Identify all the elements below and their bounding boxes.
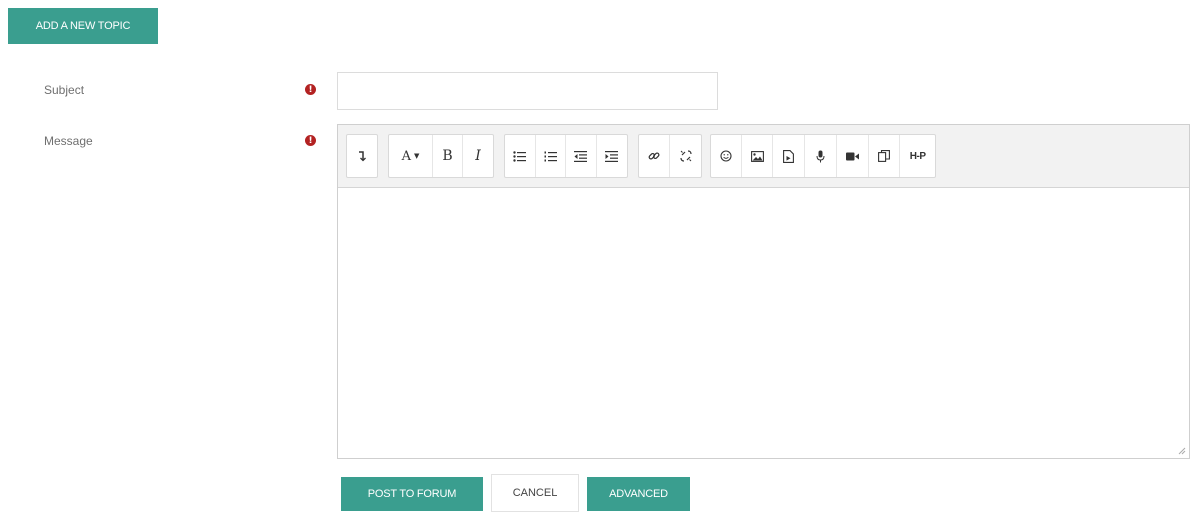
cancel-button[interactable]: CANCEL: [491, 474, 579, 512]
toolbar-group-list: [504, 134, 628, 178]
level-down-icon: [359, 151, 366, 162]
italic-icon: I: [475, 148, 481, 164]
editor-toolbar: A ▼ B I H-P: [338, 125, 1189, 188]
smile-icon: [720, 150, 732, 162]
insert-image-button[interactable]: [742, 135, 774, 177]
paragraph-styles-button[interactable]: A ▼: [389, 135, 433, 177]
message-label: Message: [44, 134, 93, 148]
caret-down-icon: ▼: [414, 152, 420, 160]
show-more-buttons-button[interactable]: [347, 135, 377, 177]
record-video-button[interactable]: [837, 135, 869, 177]
h5p-icon: H-P: [909, 150, 926, 162]
file-media-icon: [783, 149, 795, 163]
insert-link-button[interactable]: [639, 135, 670, 177]
unordered-list-button[interactable]: [505, 135, 536, 177]
message-content-area[interactable]: [338, 188, 1189, 458]
add-new-topic-button[interactable]: ADD A NEW TOPIC: [8, 8, 158, 44]
post-to-forum-button[interactable]: POST TO FORUM: [341, 477, 483, 511]
exclamation-circle-icon: !: [305, 84, 316, 95]
indent-icon: [605, 150, 619, 162]
subject-label: Subject: [44, 83, 85, 97]
list-ul-icon: [513, 150, 527, 162]
toolbar-group-style: A ▼ B I: [388, 134, 494, 178]
toolbar-group-media: H-P: [710, 134, 936, 178]
ordered-list-button[interactable]: [536, 135, 566, 177]
indent-button[interactable]: [597, 135, 627, 177]
insert-media-button[interactable]: [773, 135, 806, 177]
manage-files-button[interactable]: [869, 135, 901, 177]
bold-button[interactable]: B: [433, 135, 463, 177]
advanced-button[interactable]: ADVANCED: [587, 477, 690, 511]
italic-button[interactable]: I: [463, 135, 493, 177]
microphone-icon: [816, 150, 825, 162]
toolbar-group-collapse: [346, 134, 378, 178]
copy-files-icon: [878, 150, 890, 162]
record-audio-button[interactable]: [805, 135, 837, 177]
font-style-label: A: [401, 148, 411, 164]
resize-handle-icon[interactable]: [1178, 447, 1186, 455]
exclamation-circle-icon: !: [305, 135, 316, 146]
link-icon: [648, 152, 660, 160]
insert-h5p-button[interactable]: H-P: [900, 135, 935, 177]
image-icon: [750, 150, 764, 162]
message-editor: A ▼ B I H-P: [337, 124, 1190, 459]
unlink-button[interactable]: [670, 135, 701, 177]
list-ol-icon: [544, 151, 557, 161]
video-camera-icon: [845, 152, 859, 160]
outdent-icon: [574, 150, 588, 162]
bold-icon: B: [442, 148, 453, 164]
outdent-button[interactable]: [566, 135, 597, 177]
unlink-icon: [679, 150, 692, 162]
toolbar-group-links: [638, 134, 702, 178]
insert-emoji-button[interactable]: [711, 135, 742, 177]
subject-input[interactable]: [337, 72, 718, 110]
